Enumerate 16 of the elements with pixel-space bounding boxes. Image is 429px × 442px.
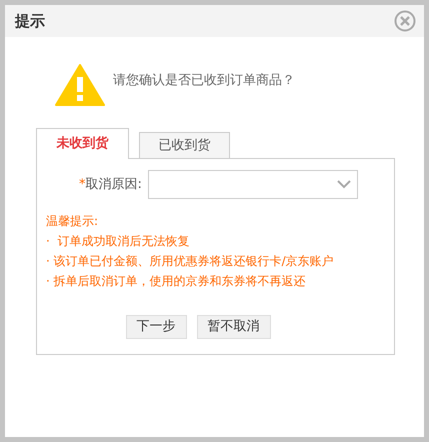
required-mark: * [79,176,86,192]
chevron-down-icon [336,180,351,189]
tip-text: · 该订单已付金额、所用优惠券将返还银行卡/京东账户 [46,253,335,270]
close-icon[interactable] [394,10,416,32]
tip-text: · 订单成功取消后无法恢复 [46,233,190,250]
confirm-message: 请您确认是否已收到订单商品？ [113,72,295,90]
warning-icon [55,63,105,107]
tips-heading: 温馨提示: [46,213,100,230]
dialog-title: 提示 [15,10,45,32]
cancel-button[interactable]: 暂不取消 [196,315,270,339]
reason-label: 取消原因: [86,176,142,192]
reason-select[interactable] [148,170,358,199]
next-button[interactable]: 下一步 [126,315,186,339]
tip-text: · 拆单后取消订单，使用的京券和东券将不再返还 [46,273,307,290]
tab[interactable]: 已收到货 [139,132,230,158]
tab[interactable]: 未收到货 [36,128,129,159]
